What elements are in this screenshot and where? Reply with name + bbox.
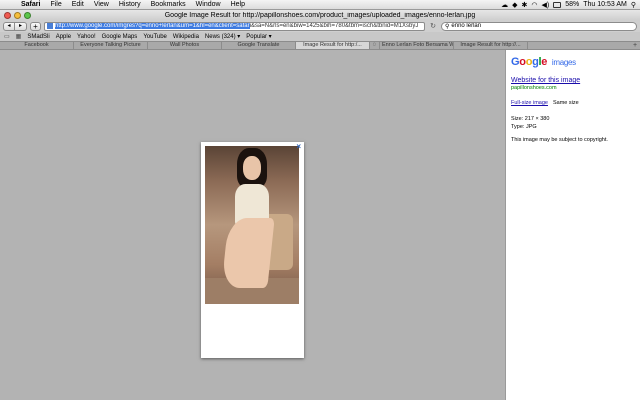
search-field[interactable]: ⚲ enno lerlan	[441, 21, 637, 31]
tab-enno-lerlan[interactable]: Enno Lerlan Foto Bersama WA...	[380, 42, 454, 49]
menu-window[interactable]: Window	[191, 1, 226, 8]
image-frame: ×	[201, 142, 304, 358]
browser-toolbar: ◂ ▸ + http://www.google.com/imgres?q=enn…	[0, 20, 640, 32]
nav-buttons: ◂ ▸	[3, 21, 27, 31]
size-links: Full-size image Same size	[511, 100, 635, 106]
top-sites-icon[interactable]: ▦	[16, 33, 22, 40]
window-controls	[0, 11, 60, 19]
logo-suffix: images	[551, 58, 576, 67]
bluetooth-icon[interactable]: ✱	[522, 1, 528, 9]
menu-app[interactable]: Safari	[16, 1, 45, 8]
bookmark-item[interactable]: YouTube	[143, 34, 167, 40]
site-domain: papillonshoes.com	[511, 85, 557, 91]
reload-icon[interactable]: ↻	[428, 22, 438, 31]
address-bar[interactable]: http://www.google.com/imgres?q=enno+lerl…	[44, 21, 425, 31]
menu-bookmarks[interactable]: Bookmarks	[146, 1, 191, 8]
website-link[interactable]: Website for this image	[511, 77, 635, 84]
bookmark-item[interactable]: SMadSli	[27, 34, 49, 40]
reading-list-icon[interactable]: ▭	[4, 33, 10, 40]
minimize-window-icon[interactable]	[14, 11, 21, 19]
status-area: ☁ ◆ ✱ ◠ ◀) 58% Thu 10:53 AM ⚲	[501, 1, 640, 9]
type-row: Type: JPG	[511, 123, 635, 131]
tab-image-result-active[interactable]: Image Result for http:/...	[296, 42, 370, 49]
type-label: Type:	[511, 124, 525, 130]
menu-view[interactable]: View	[89, 1, 114, 8]
add-bookmark-button[interactable]: +	[30, 21, 41, 31]
menu-help[interactable]: Help	[226, 1, 250, 8]
zoom-window-icon[interactable]	[24, 11, 31, 19]
clock[interactable]: Thu 10:53 AM	[583, 1, 627, 8]
bookmark-item[interactable]: Google Maps	[102, 34, 138, 40]
tab-everyone-talking[interactable]: Everyone Talking Picture	[74, 42, 148, 49]
volume-icon[interactable]: ◀)	[542, 1, 550, 9]
size-label: Size:	[511, 116, 524, 122]
type-value: JPG	[525, 124, 537, 130]
menu-history[interactable]: History	[114, 1, 146, 8]
battery-icon[interactable]	[553, 1, 562, 8]
dropbox-icon[interactable]: ◆	[512, 1, 517, 9]
size-row: Size: 217 × 380	[511, 115, 635, 123]
forward-button[interactable]: ▸	[15, 21, 27, 31]
os-menubar: Safari File Edit View History Bookmarks …	[0, 0, 640, 10]
copyright-notice: This image may be subject to copyright.	[511, 137, 608, 143]
window-titlebar: Google Image Result for http://papillons…	[0, 10, 640, 20]
result-image[interactable]	[205, 146, 299, 304]
tab-loading-icon: ◌	[370, 42, 380, 49]
search-icon: ⚲	[445, 23, 450, 30]
image-info-panel: Google images Website for this image pap…	[505, 50, 640, 400]
url-text: i&sa=N&rls=en&biw=1425&bih=780&tbm=isch&…	[249, 23, 419, 29]
tab-bar: Facebook Everyone Talking Picture Wall P…	[0, 41, 640, 50]
photo-legs	[221, 218, 275, 288]
photo-face	[243, 156, 261, 180]
close-window-icon[interactable]	[4, 11, 11, 19]
spotlight-icon[interactable]: ⚲	[631, 1, 636, 9]
full-size-link[interactable]: Full-size image	[511, 100, 548, 106]
battery-percent: 58%	[565, 1, 580, 8]
google-images-logo[interactable]: Google images	[511, 56, 635, 69]
wifi-icon[interactable]: ◠	[531, 1, 537, 9]
bookmark-item[interactable]: News (324) ▾	[205, 33, 240, 40]
bookmark-item[interactable]: Popular ▾	[246, 33, 271, 40]
skype-icon[interactable]: ☁	[501, 1, 508, 9]
new-tab-button[interactable]: +	[630, 42, 640, 49]
search-field-value: enno lerlan	[451, 23, 482, 29]
google-favicon-icon	[47, 23, 53, 29]
page-content: ×	[0, 50, 505, 400]
tab-facebook[interactable]: Facebook	[0, 42, 74, 49]
window-title: Google Image Result for http://papillons…	[164, 11, 476, 19]
bookmark-item[interactable]: Wikipedia	[173, 34, 199, 40]
logo-letter: e	[541, 56, 548, 68]
image-meta: Size: 217 × 380 Type: JPG	[511, 115, 635, 131]
tab-wall-photos[interactable]: Wall Photos	[148, 42, 222, 49]
menu-edit[interactable]: Edit	[67, 1, 89, 8]
size-value: 217 × 380	[524, 116, 550, 122]
bookmark-item[interactable]: Apple	[56, 34, 71, 40]
bookmarks-bar: ▭ ▦ SMadSli Apple Yahoo! Google Maps You…	[0, 32, 640, 41]
back-button[interactable]: ◂	[3, 21, 15, 31]
url-selected-text: http://www.google.com/imgres?q=enno+lerl…	[55, 23, 250, 29]
close-icon[interactable]: ×	[296, 142, 301, 151]
bookmark-item[interactable]: Yahoo!	[77, 34, 96, 40]
tab-google-translate[interactable]: Google Translate	[222, 42, 296, 49]
tab-image-result[interactable]: Image Result for http://...	[454, 42, 528, 49]
same-size-text: Same size	[552, 100, 579, 106]
menu-file[interactable]: File	[45, 1, 66, 8]
